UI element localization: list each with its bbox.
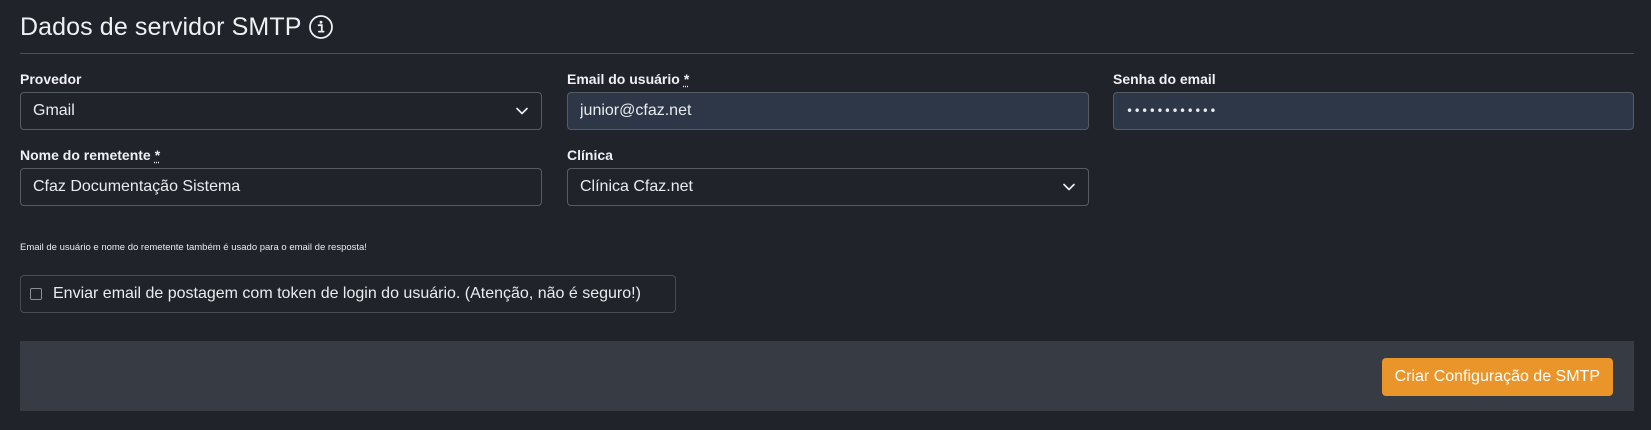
send-token-checkbox-row[interactable]: Enviar email de postagem com token de lo… bbox=[20, 275, 676, 313]
provider-select[interactable]: Gmail bbox=[20, 92, 542, 130]
provider-value: Gmail bbox=[33, 102, 75, 119]
email-password-input[interactable]: •••••••••••• bbox=[1113, 92, 1634, 130]
sender-name-value: Cfaz Documentação Sistema bbox=[33, 178, 241, 195]
email-password-value: •••••••••••• bbox=[1126, 104, 1217, 118]
smtp-settings-page: Dados de servidor SMTP Provedor Gmail Em… bbox=[20, 0, 1634, 430]
required-mark: * bbox=[154, 147, 161, 163]
sender-name-label: Nome do remetente * bbox=[20, 147, 161, 163]
form-footer: Criar Configuração de SMTP bbox=[20, 341, 1634, 411]
provider-label: Provedor bbox=[20, 71, 82, 87]
clinic-select[interactable]: Clínica Cfaz.net bbox=[567, 168, 1089, 206]
chevron-down-icon bbox=[1063, 183, 1075, 191]
user-email-value: junior@cfaz.net bbox=[580, 102, 692, 119]
required-mark: * bbox=[683, 71, 690, 87]
email-password-label: Senha do email bbox=[1113, 71, 1216, 87]
user-email-input[interactable]: junior@cfaz.net bbox=[567, 92, 1089, 130]
send-token-checkbox[interactable] bbox=[30, 288, 42, 300]
user-email-label: Email do usuário * bbox=[567, 71, 690, 87]
reply-email-note: Email de usuário e nome do remetente tam… bbox=[20, 242, 367, 253]
sender-name-input[interactable]: Cfaz Documentação Sistema bbox=[20, 168, 542, 206]
info-circle-icon[interactable] bbox=[308, 14, 334, 40]
send-token-checkbox-label: Enviar email de postagem com token de lo… bbox=[53, 285, 641, 302]
clinic-label: Clínica bbox=[567, 147, 613, 163]
header-divider bbox=[20, 53, 1634, 54]
page-title: Dados de servidor SMTP bbox=[20, 12, 302, 41]
clinic-value: Clínica Cfaz.net bbox=[580, 178, 693, 195]
chevron-down-icon bbox=[516, 107, 528, 115]
section-header: Dados de servidor SMTP bbox=[20, 10, 334, 44]
create-smtp-config-button[interactable]: Criar Configuração de SMTP bbox=[1381, 358, 1613, 396]
